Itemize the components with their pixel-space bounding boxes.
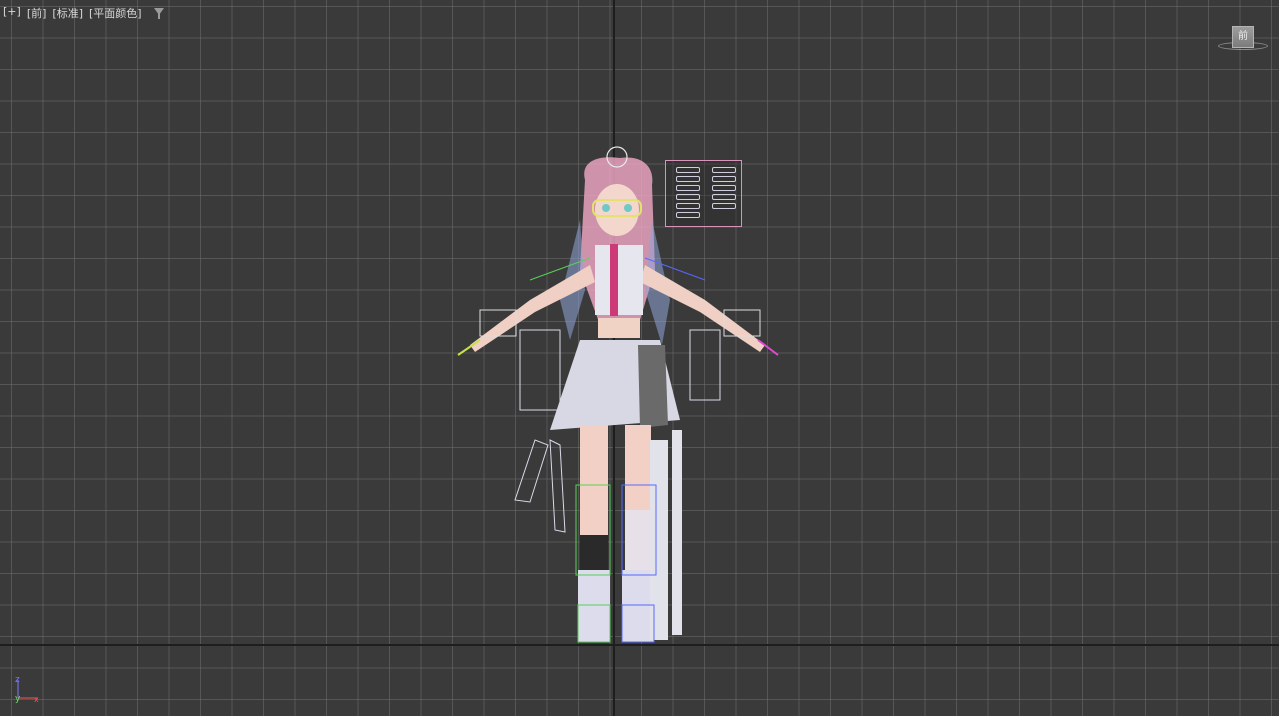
control-slider[interactable] xyxy=(676,167,700,173)
skirt xyxy=(550,340,680,430)
viewport-label-menu: [+] [前] [标准] [平面颜色] xyxy=(3,5,164,21)
axis-tripod: z y x xyxy=(15,675,39,704)
control-slider[interactable] xyxy=(676,212,700,218)
axis-x-label: x xyxy=(34,695,39,704)
viewcube[interactable]: 前 xyxy=(1216,22,1268,56)
torso xyxy=(595,244,643,338)
control-slider[interactable] xyxy=(712,176,736,182)
control-slider[interactable] xyxy=(676,176,700,182)
viewport-shading-menu[interactable]: [标准] xyxy=(52,5,83,21)
axis-y-label: y xyxy=(15,694,21,704)
control-slider[interactable] xyxy=(676,185,700,191)
control-slider[interactable] xyxy=(712,203,736,209)
viewport-plus-menu[interactable]: [+] xyxy=(3,5,21,21)
viewcube-front-face[interactable]: 前 xyxy=(1232,26,1254,48)
3d-viewport[interactable]: [+] [前] [标准] [平面颜色] 前 z y x xyxy=(0,0,1279,716)
control-slider[interactable] xyxy=(712,185,736,191)
control-slider[interactable] xyxy=(676,194,700,200)
facial-control-panel[interactable] xyxy=(665,160,742,227)
viewport-view-menu[interactable]: [前] xyxy=(27,5,47,21)
viewport-display-menu[interactable]: [平面颜色] xyxy=(89,5,142,21)
control-slider[interactable] xyxy=(712,194,736,200)
axis-z-label: z xyxy=(15,675,20,685)
control-slider[interactable] xyxy=(676,203,700,209)
legs xyxy=(578,425,682,642)
character-model[interactable] xyxy=(440,140,800,650)
filter-icon[interactable] xyxy=(153,8,164,19)
control-slider[interactable] xyxy=(712,167,736,173)
